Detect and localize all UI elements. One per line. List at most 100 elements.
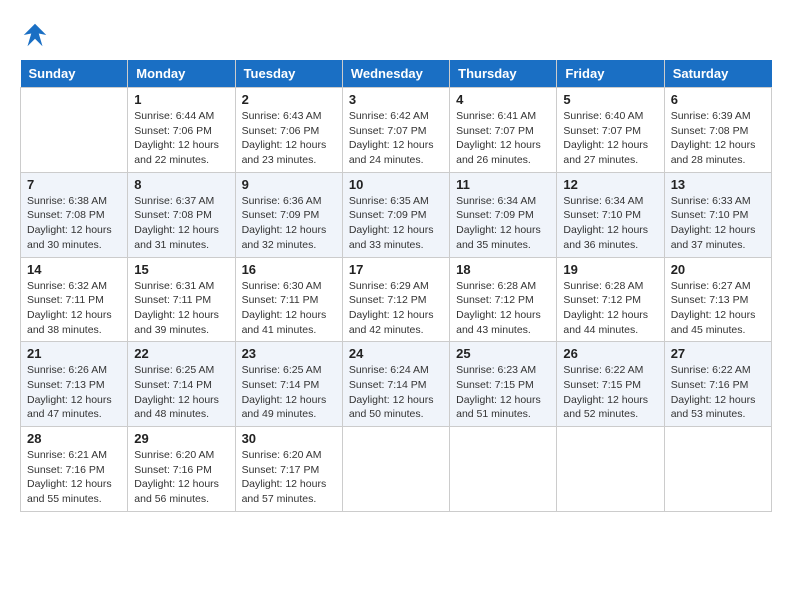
calendar-cell: 22 Sunrise: 6:25 AMSunset: 7:14 PMDayligh… — [128, 342, 235, 427]
calendar-cell: 25 Sunrise: 6:23 AMSunset: 7:15 PMDayligh… — [450, 342, 557, 427]
page-header — [20, 20, 772, 50]
calendar-cell: 21 Sunrise: 6:26 AMSunset: 7:13 PMDayligh… — [21, 342, 128, 427]
cell-info: Sunrise: 6:44 AMSunset: 7:06 PMDaylight:… — [134, 109, 228, 168]
cell-info: Sunrise: 6:20 AMSunset: 7:16 PMDaylight:… — [134, 448, 228, 507]
calendar-cell: 17 Sunrise: 6:29 AMSunset: 7:12 PMDayligh… — [342, 257, 449, 342]
weekday-header: Saturday — [664, 60, 771, 88]
day-number: 19 — [563, 262, 657, 277]
calendar-cell: 23Sunrise: 6:25 AMSunset: 7:14 PMDayligh… — [235, 342, 342, 427]
day-number: 3 — [349, 92, 443, 107]
day-number: 13 — [671, 177, 765, 192]
calendar-cell: 3 Sunrise: 6:42 AMSunset: 7:07 PMDaylight… — [342, 88, 449, 173]
calendar-cell: 18 Sunrise: 6:28 AMSunset: 7:12 PMDayligh… — [450, 257, 557, 342]
weekday-header: Tuesday — [235, 60, 342, 88]
cell-info: Sunrise: 6:21 AMSunset: 7:16 PMDaylight:… — [27, 448, 121, 507]
weekday-header: Monday — [128, 60, 235, 88]
day-number: 21 — [27, 346, 121, 361]
calendar-table: SundayMondayTuesdayWednesdayThursdayFrid… — [20, 60, 772, 512]
cell-info: Sunrise: 6:28 AMSunset: 7:12 PMDaylight:… — [563, 279, 657, 338]
calendar-cell: 2Sunrise: 6:43 AMSunset: 7:06 PMDaylight… — [235, 88, 342, 173]
cell-info: Sunrise: 6:42 AMSunset: 7:07 PMDaylight:… — [349, 109, 443, 168]
cell-info: Sunrise: 6:25 AMSunset: 7:14 PMDaylight:… — [134, 363, 228, 422]
day-number: 26 — [563, 346, 657, 361]
cell-info: Sunrise: 6:34 AMSunset: 7:09 PMDaylight:… — [456, 194, 550, 253]
cell-info: Sunrise: 6:40 AMSunset: 7:07 PMDaylight:… — [563, 109, 657, 168]
calendar-cell — [450, 427, 557, 512]
day-number: 8 — [134, 177, 228, 192]
calendar-week-row: 21 Sunrise: 6:26 AMSunset: 7:13 PMDayligh… — [21, 342, 772, 427]
cell-info: Sunrise: 6:38 AMSunset: 7:08 PMDaylight:… — [27, 194, 121, 253]
cell-info: Sunrise: 6:37 AMSunset: 7:08 PMDaylight:… — [134, 194, 228, 253]
calendar-cell: 1 Sunrise: 6:44 AMSunset: 7:06 PMDaylight… — [128, 88, 235, 173]
cell-info: Sunrise: 6:41 AMSunset: 7:07 PMDaylight:… — [456, 109, 550, 168]
calendar-cell: 10 Sunrise: 6:35 AMSunset: 7:09 PMDayligh… — [342, 172, 449, 257]
cell-info: Sunrise: 6:36 AMSunset: 7:09 PMDaylight:… — [242, 194, 336, 253]
cell-info: Sunrise: 6:27 AMSunset: 7:13 PMDaylight:… — [671, 279, 765, 338]
cell-info: Sunrise: 6:30 AMSunset: 7:11 PMDaylight:… — [242, 279, 336, 338]
calendar-cell — [664, 427, 771, 512]
day-number: 18 — [456, 262, 550, 277]
calendar-cell: 14Sunrise: 6:32 AMSunset: 7:11 PMDayligh… — [21, 257, 128, 342]
day-number: 24 — [349, 346, 443, 361]
cell-info: Sunrise: 6:33 AMSunset: 7:10 PMDaylight:… — [671, 194, 765, 253]
calendar-cell: 26 Sunrise: 6:22 AMSunset: 7:15 PMDayligh… — [557, 342, 664, 427]
calendar-cell: 16Sunrise: 6:30 AMSunset: 7:11 PMDayligh… — [235, 257, 342, 342]
day-number: 5 — [563, 92, 657, 107]
weekday-header: Wednesday — [342, 60, 449, 88]
calendar-week-row: 1 Sunrise: 6:44 AMSunset: 7:06 PMDaylight… — [21, 88, 772, 173]
day-number: 30 — [242, 431, 336, 446]
calendar-cell — [21, 88, 128, 173]
day-number: 12 — [563, 177, 657, 192]
cell-info: Sunrise: 6:24 AMSunset: 7:14 PMDaylight:… — [349, 363, 443, 422]
logo — [20, 20, 54, 50]
calendar-cell: 20 Sunrise: 6:27 AMSunset: 7:13 PMDayligh… — [664, 257, 771, 342]
calendar-week-row: 14Sunrise: 6:32 AMSunset: 7:11 PMDayligh… — [21, 257, 772, 342]
calendar-week-row: 28 Sunrise: 6:21 AMSunset: 7:16 PMDayligh… — [21, 427, 772, 512]
calendar-cell: 11 Sunrise: 6:34 AMSunset: 7:09 PMDayligh… — [450, 172, 557, 257]
calendar-cell: 19 Sunrise: 6:28 AMSunset: 7:12 PMDayligh… — [557, 257, 664, 342]
weekday-header: Thursday — [450, 60, 557, 88]
day-number: 29 — [134, 431, 228, 446]
cell-info: Sunrise: 6:39 AMSunset: 7:08 PMDaylight:… — [671, 109, 765, 168]
day-number: 22 — [134, 346, 228, 361]
cell-info: Sunrise: 6:22 AMSunset: 7:15 PMDaylight:… — [563, 363, 657, 422]
day-number: 15 — [134, 262, 228, 277]
cell-info: Sunrise: 6:20 AMSunset: 7:17 PMDaylight:… — [242, 448, 336, 507]
calendar-cell: 4 Sunrise: 6:41 AMSunset: 7:07 PMDaylight… — [450, 88, 557, 173]
day-number: 7 — [27, 177, 121, 192]
weekday-header: Friday — [557, 60, 664, 88]
day-number: 4 — [456, 92, 550, 107]
day-number: 20 — [671, 262, 765, 277]
logo-icon — [20, 20, 50, 50]
cell-info: Sunrise: 6:35 AMSunset: 7:09 PMDaylight:… — [349, 194, 443, 253]
day-number: 17 — [349, 262, 443, 277]
day-number: 6 — [671, 92, 765, 107]
calendar-week-row: 7 Sunrise: 6:38 AMSunset: 7:08 PMDaylight… — [21, 172, 772, 257]
calendar-cell: 5 Sunrise: 6:40 AMSunset: 7:07 PMDaylight… — [557, 88, 664, 173]
header-row: SundayMondayTuesdayWednesdayThursdayFrid… — [21, 60, 772, 88]
cell-info: Sunrise: 6:26 AMSunset: 7:13 PMDaylight:… — [27, 363, 121, 422]
cell-info: Sunrise: 6:34 AMSunset: 7:10 PMDaylight:… — [563, 194, 657, 253]
day-number: 1 — [134, 92, 228, 107]
calendar-cell: 12 Sunrise: 6:34 AMSunset: 7:10 PMDayligh… — [557, 172, 664, 257]
calendar-cell — [557, 427, 664, 512]
calendar-cell: 15Sunrise: 6:31 AMSunset: 7:11 PMDayligh… — [128, 257, 235, 342]
calendar-cell: 6 Sunrise: 6:39 AMSunset: 7:08 PMDaylight… — [664, 88, 771, 173]
calendar-cell: 28 Sunrise: 6:21 AMSunset: 7:16 PMDayligh… — [21, 427, 128, 512]
calendar-cell: 9 Sunrise: 6:36 AMSunset: 7:09 PMDaylight… — [235, 172, 342, 257]
calendar-cell: 29 Sunrise: 6:20 AMSunset: 7:16 PMDayligh… — [128, 427, 235, 512]
calendar-cell: 27Sunrise: 6:22 AMSunset: 7:16 PMDayligh… — [664, 342, 771, 427]
calendar-cell: 7 Sunrise: 6:38 AMSunset: 7:08 PMDaylight… — [21, 172, 128, 257]
calendar-cell: 30 Sunrise: 6:20 AMSunset: 7:17 PMDayligh… — [235, 427, 342, 512]
calendar-cell — [342, 427, 449, 512]
calendar-cell: 13 Sunrise: 6:33 AMSunset: 7:10 PMDayligh… — [664, 172, 771, 257]
cell-info: Sunrise: 6:29 AMSunset: 7:12 PMDaylight:… — [349, 279, 443, 338]
cell-info: Sunrise: 6:23 AMSunset: 7:15 PMDaylight:… — [456, 363, 550, 422]
day-number: 11 — [456, 177, 550, 192]
cell-info: Sunrise: 6:28 AMSunset: 7:12 PMDaylight:… — [456, 279, 550, 338]
day-number: 9 — [242, 177, 336, 192]
day-number: 10 — [349, 177, 443, 192]
day-number: 25 — [456, 346, 550, 361]
day-number: 28 — [27, 431, 121, 446]
cell-info: Sunrise: 6:43 AMSunset: 7:06 PMDaylight:… — [242, 109, 336, 168]
